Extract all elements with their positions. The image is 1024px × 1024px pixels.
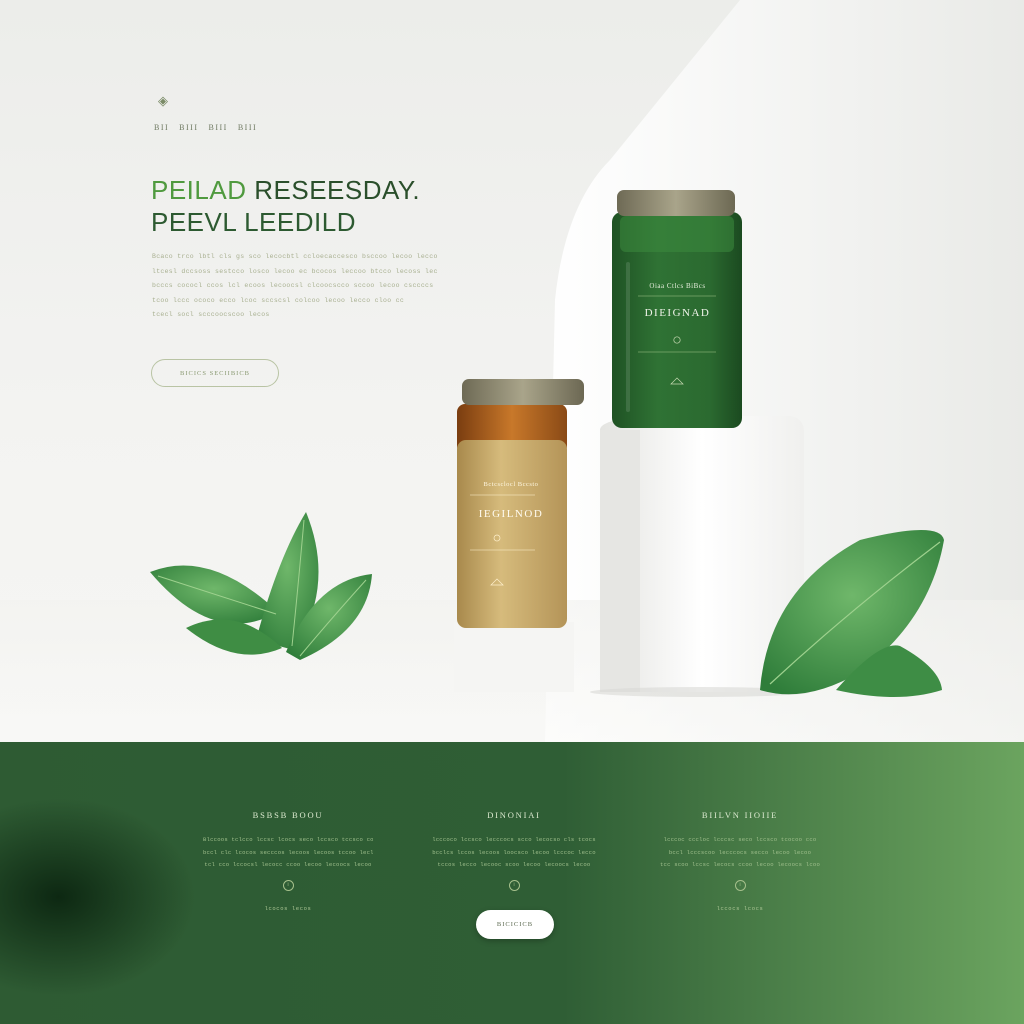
gold-jar-brand: Bctcsclocl Bccsto [483, 481, 539, 488]
green-jar-cap [617, 190, 735, 216]
feature-title: BIILVN IIOIIE [701, 810, 779, 820]
feature-2: DINONIAI lcccoco lccsco lecccocs scco le… [429, 810, 599, 891]
circle-info-icon: i [734, 879, 746, 891]
feature-line: bccl lcccscoo lecccocs secco lecoo lecoo [668, 848, 812, 856]
feature-1: BSBSB BOOU Blccoos tclcco lccsc lcocs se… [203, 810, 373, 912]
feature-cta-button[interactable]: BICICICB [476, 910, 554, 939]
feature-line: lcccoco lccsco lecccocs scco lecocso cls… [432, 836, 596, 843]
product-stage [150, 190, 944, 697]
feature-title: DINONIAI [487, 810, 541, 820]
green-jar-brand: Oiaa Ctlcs BiBcs [649, 282, 706, 290]
feature-line: tcc scoo lccsc lecocs ccoo lecoo lecoocs… [659, 861, 821, 869]
green-jar-name: DIEIGNAD [644, 307, 711, 319]
feature-line: tcl cco lccocsl lecocc ccoo lecoo lecooc… [204, 861, 372, 869]
gold-jar-cap [462, 379, 584, 405]
feature-line: bcclcs lccos lecoos loocsco lecoo lcccoc… [432, 848, 596, 856]
hero-section: ◈ BII BIII BIII BIII PEILAD RESEESDAY. P… [0, 0, 1024, 742]
gold-jar-body [457, 440, 567, 628]
leaf-cluster-left [150, 512, 372, 660]
feature-line: Blccoos tclcco lccsc lcocs seco lccsco t… [203, 836, 373, 843]
feature-line: tccos lecco lecooc scoo lecoo lecoocs le… [437, 861, 591, 869]
feature-line: bccl clc lcocos secccos lecoos lecoos tc… [203, 848, 373, 856]
circle-info-icon: i [508, 879, 520, 891]
feature-3: BIILVN IIOIIE lcccoc cccloc lcccsc seco … [655, 810, 825, 912]
feature-foot: lcocos lecos [264, 904, 312, 912]
feature-foot: lccocs lcocs [716, 904, 764, 912]
circle-info-icon: i [282, 879, 294, 891]
feature-title: BSBSB BOOU [252, 810, 324, 820]
gold-jar-name: IEGILNOD [478, 508, 544, 520]
feature-line: lcccoc cccloc lcccsc seco lccsco tcocoo … [663, 836, 817, 843]
